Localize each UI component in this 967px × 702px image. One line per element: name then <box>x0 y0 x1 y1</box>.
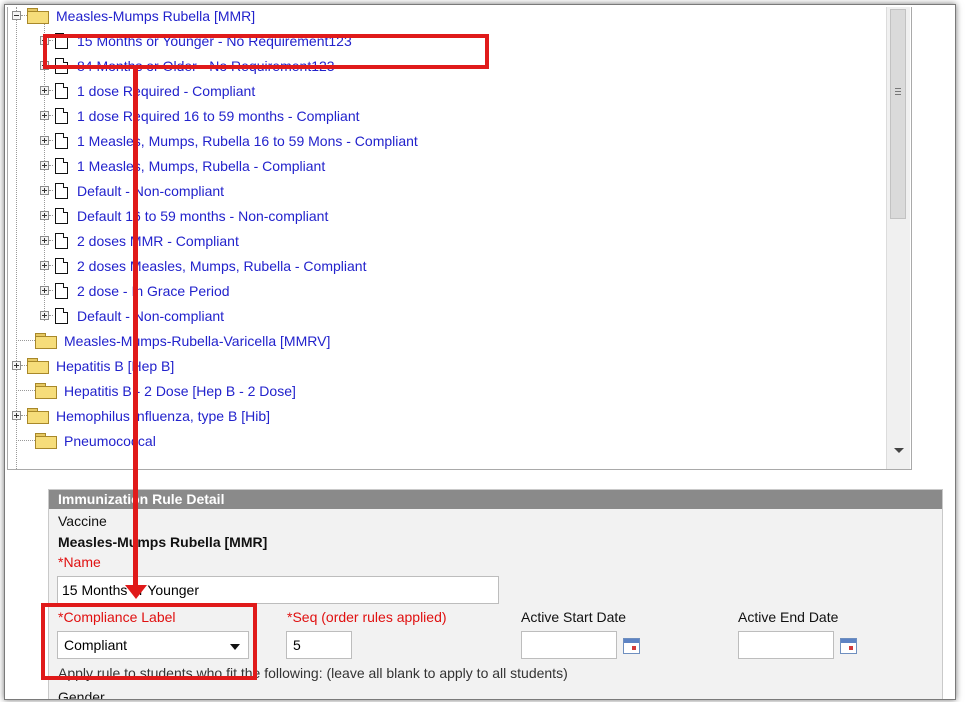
document-icon <box>55 207 68 224</box>
seq-label: *Seq (order rules applied) <box>287 609 447 625</box>
tree-connector <box>16 440 35 441</box>
name-input[interactable]: 15 Months or Younger <box>57 576 499 604</box>
expand-plus-icon[interactable] <box>40 161 49 170</box>
tree-item-label[interactable]: 1 dose Required 16 to 59 months - Compli… <box>77 108 360 124</box>
collapse-minus-icon[interactable] <box>12 11 21 20</box>
annotation-arrow-line <box>133 67 138 587</box>
document-icon <box>55 182 68 199</box>
seq-input[interactable]: 5 <box>286 631 352 659</box>
tree-rule-item[interactable]: 1 dose Required 16 to 59 months - Compli… <box>40 103 360 128</box>
tree-item-label[interactable]: 2 dose - In Grace Period <box>77 283 230 299</box>
tree-connector <box>49 215 53 216</box>
tree-item-label[interactable]: Hepatitis B - 2 Dose [Hep B - 2 Dose] <box>64 383 296 399</box>
expand-plus-icon[interactable] <box>40 311 49 320</box>
tree-folder-item[interactable]: Measles-Mumps-Rubella-Varicella [MMRV] <box>12 328 330 353</box>
tree-item-label[interactable]: Pneumococcal <box>64 433 156 449</box>
scroll-down-arrow-icon[interactable] <box>894 448 904 453</box>
tree-rule-item[interactable]: 1 Measles, Mumps, Rubella - Compliant <box>40 153 325 178</box>
document-icon <box>55 157 68 174</box>
document-icon <box>55 82 68 99</box>
tree-item-label[interactable]: Measles-Mumps-Rubella-Varicella [MMRV] <box>64 333 330 349</box>
active-start-date-label: Active Start Date <box>521 609 627 625</box>
tree-item-label[interactable]: Measles-Mumps Rubella [MMR] <box>56 8 255 24</box>
tree-connector <box>49 140 53 141</box>
expand-plus-icon[interactable] <box>40 86 49 95</box>
tree-rule-item[interactable]: 1 dose Required - Compliant <box>40 78 255 103</box>
active-start-date-input[interactable] <box>521 631 617 659</box>
document-icon <box>55 107 68 124</box>
folder-icon <box>35 383 57 399</box>
expand-plus-icon[interactable] <box>40 286 49 295</box>
tree-connector <box>49 265 53 266</box>
expand-plus-icon[interactable] <box>40 261 49 270</box>
expand-plus-icon[interactable] <box>40 211 49 220</box>
scrollbar-thumb[interactable] <box>890 9 906 219</box>
tree-connector <box>49 190 53 191</box>
active-end-date-label: Active End Date <box>738 609 839 625</box>
document-icon <box>55 132 68 149</box>
document-icon <box>55 257 68 274</box>
tree-connector <box>49 90 53 91</box>
document-icon <box>55 282 68 299</box>
application-window: Measles-Mumps Rubella [MMR] 15 Months or … <box>4 4 956 700</box>
tree-connector <box>16 390 35 391</box>
tree-item-label[interactable]: Default 16 to 59 months - Non-compliant <box>77 208 328 224</box>
vaccine-rule-tree: Measles-Mumps Rubella [MMR] 15 Months or … <box>7 7 912 470</box>
expand-plus-icon[interactable] <box>12 361 21 370</box>
tree-item-label[interactable]: Default - Non-compliant <box>77 308 224 324</box>
tree-item-label[interactable]: 2 doses Measles, Mumps, Rubella - Compli… <box>77 258 366 274</box>
tree-rule-item[interactable]: 1 Measles, Mumps, Rubella 16 to 59 Mons … <box>40 128 418 153</box>
tree-rule-item[interactable]: Default 16 to 59 months - Non-compliant <box>40 203 328 228</box>
tree-item-label[interactable]: Hemophilus influenza, type B [Hib] <box>56 408 270 424</box>
tree-connector <box>16 340 35 341</box>
tree-connector <box>49 165 53 166</box>
annotation-highlight-tree-item <box>43 34 489 69</box>
tree-rule-item[interactable]: 2 doses MMR - Compliant <box>40 228 239 253</box>
annotation-arrow-head-icon <box>125 585 147 599</box>
tree-connector <box>49 315 53 316</box>
calendar-icon[interactable] <box>840 638 857 654</box>
calendar-icon[interactable] <box>623 638 640 654</box>
annotation-highlight-compliance <box>41 603 257 680</box>
tree-connector <box>49 290 53 291</box>
expand-plus-icon[interactable] <box>40 186 49 195</box>
vaccine-value: Measles-Mumps Rubella [MMR] <box>58 534 268 550</box>
document-icon <box>55 232 68 249</box>
detail-header: Immunization Rule Detail <box>49 490 942 509</box>
folder-icon <box>27 8 49 24</box>
folder-icon <box>35 333 57 349</box>
expand-plus-icon[interactable] <box>40 136 49 145</box>
tree-item-label[interactable]: Default - Non-compliant <box>77 183 224 199</box>
document-icon <box>55 307 68 324</box>
tree-connector <box>49 240 53 241</box>
expand-plus-icon[interactable] <box>40 236 49 245</box>
tree-item-label[interactable]: 1 Measles, Mumps, Rubella - Compliant <box>77 158 325 174</box>
tree-scrollbar[interactable] <box>886 7 910 469</box>
tree-rule-item[interactable]: 2 doses Measles, Mumps, Rubella - Compli… <box>40 253 366 278</box>
expand-plus-icon[interactable] <box>12 411 21 420</box>
tree-item-label[interactable]: 2 doses MMR - Compliant <box>77 233 239 249</box>
folder-icon <box>35 433 57 449</box>
grip-line <box>895 88 901 89</box>
tree-folder-item[interactable]: Hepatitis B - 2 Dose [Hep B - 2 Dose] <box>12 378 296 403</box>
grip-line <box>895 94 901 95</box>
tree-folder-item[interactable]: Hepatitis B [Hep B] <box>12 353 174 378</box>
tree-connector <box>49 115 53 116</box>
name-label: *Name <box>58 554 101 570</box>
tree-item-label[interactable]: Hepatitis B [Hep B] <box>56 358 174 374</box>
vaccine-label: Vaccine <box>58 513 107 529</box>
gender-label: Gender <box>58 689 105 700</box>
folder-icon <box>27 408 49 424</box>
active-end-date-input[interactable] <box>738 631 834 659</box>
expand-plus-icon[interactable] <box>40 111 49 120</box>
tree-item-label[interactable]: 1 dose Required - Compliant <box>77 83 255 99</box>
folder-icon <box>27 358 49 374</box>
tree-item-label[interactable]: 1 Measles, Mumps, Rubella 16 to 59 Mons … <box>77 133 418 149</box>
tree-folder-item[interactable]: Measles-Mumps Rubella [MMR] <box>12 7 255 28</box>
tree-folder-item[interactable]: Hemophilus influenza, type B [Hib] <box>12 403 270 428</box>
grip-line <box>895 91 901 92</box>
